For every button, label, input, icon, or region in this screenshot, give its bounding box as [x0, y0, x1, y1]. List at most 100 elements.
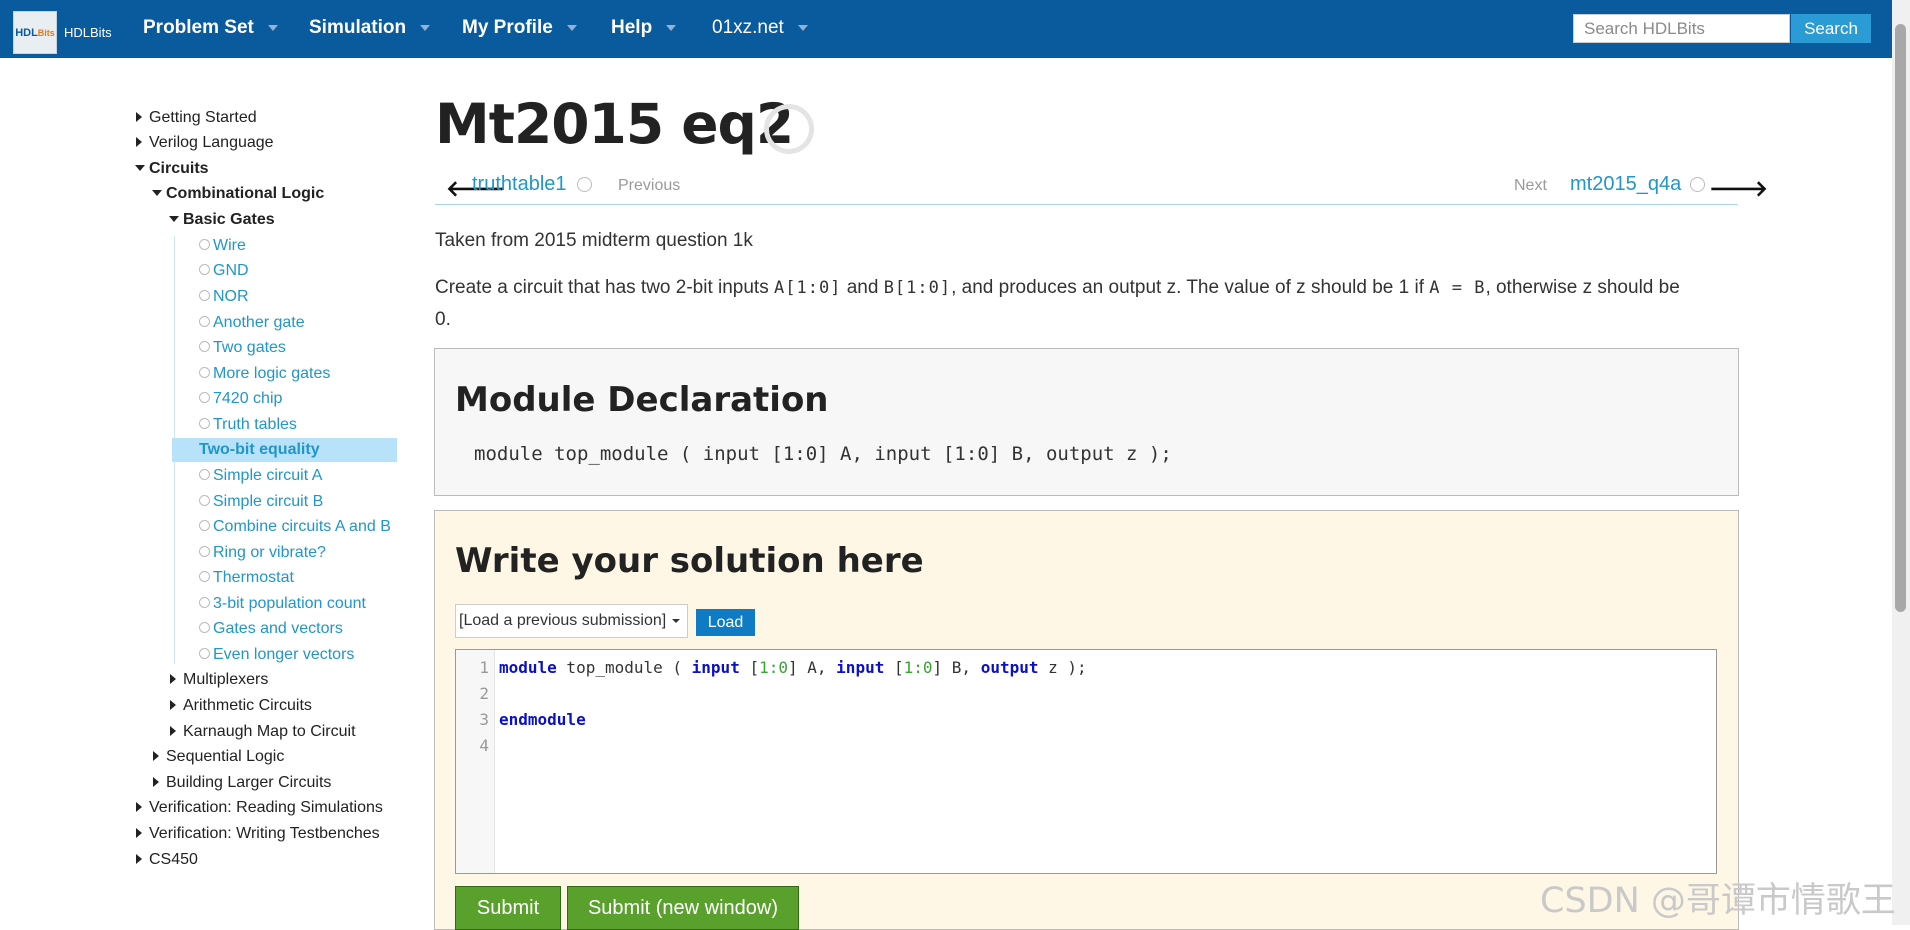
- sidebar-item-verilog-language[interactable]: Verilog Language: [136, 132, 274, 154]
- status-circle-icon: [199, 264, 210, 276]
- desc-text: , otherwise z should be: [1485, 277, 1680, 298]
- status-circle-icon: [199, 341, 210, 353]
- page-title: Mt2015 eq2: [435, 92, 794, 156]
- caret-right-icon: [136, 801, 142, 812]
- sidebar-leaf-label: Truth tables: [213, 416, 297, 433]
- sidebar-item-verification-reading[interactable]: Verification: Reading Simulations: [136, 797, 383, 819]
- nav-my-profile[interactable]: My Profile: [462, 17, 577, 39]
- problem-description: Create a circuit that has two 2-bit inpu…: [435, 272, 1738, 336]
- sidebar-leaf-gnd[interactable]: GND: [199, 259, 249, 283]
- sidebar-leaf-even-longer-vectors[interactable]: Even longer vectors: [199, 643, 354, 667]
- sidebar-leaf-label: Two gates: [213, 339, 286, 356]
- code-line-1[interactable]: module top_module ( input [1:0] A, input…: [499, 658, 1087, 677]
- nav-help[interactable]: Help: [611, 17, 677, 39]
- sidebar-item-label: Combinational Logic: [166, 185, 325, 202]
- status-circle-icon: [199, 418, 210, 430]
- code-keyword: input: [691, 658, 740, 677]
- sidebar-item-arithmetic-circuits[interactable]: Arithmetic Circuits: [170, 695, 312, 717]
- next-problem-link[interactable]: mt2015_q4a: [1570, 173, 1681, 196]
- sidebar-leaf-gates-and-vectors[interactable]: Gates and vectors: [199, 617, 343, 641]
- module-declaration-title: Module Declaration: [455, 380, 829, 420]
- caret-right-icon: [136, 111, 142, 122]
- select-value: [Load a previous submission]: [459, 612, 667, 629]
- status-circle-icon: [199, 239, 210, 251]
- sidebar-leaf-thermostat[interactable]: Thermostat: [199, 566, 294, 590]
- sidebar-leaf-simple-circuit-a[interactable]: Simple circuit A: [199, 464, 322, 488]
- scrollbar-thumb[interactable]: [1895, 24, 1906, 612]
- submit-new-window-button[interactable]: Submit (new window): [567, 886, 799, 930]
- nav-problem-set-label: Problem Set: [143, 17, 254, 38]
- solution-title: Write your solution here: [455, 541, 924, 581]
- sidebar-leaf-nor[interactable]: NOR: [199, 285, 249, 309]
- chevron-down-icon: [797, 24, 808, 31]
- sidebar-leaf-another-gate[interactable]: Another gate: [199, 311, 305, 335]
- desc-text: and: [841, 277, 884, 298]
- sidebar-leaf-7420-chip[interactable]: 7420 chip: [199, 387, 282, 411]
- sidebar-item-label: Verification: Writing Testbenches: [149, 825, 380, 842]
- status-circle-icon: [1690, 177, 1705, 192]
- status-circle-icon: [199, 495, 210, 507]
- load-button[interactable]: Load: [696, 609, 755, 636]
- nav-01xz[interactable]: 01xz.net: [712, 17, 808, 39]
- code-editor[interactable]: [455, 649, 1717, 874]
- sidebar-item-verification-writing[interactable]: Verification: Writing Testbenches: [136, 823, 380, 845]
- sidebar-leaf-popcount3[interactable]: 3-bit population count: [199, 592, 366, 616]
- code-line-3[interactable]: endmodule: [499, 710, 586, 729]
- line-number: 3: [479, 710, 489, 729]
- sidebar-item-building-larger-circuits[interactable]: Building Larger Circuits: [153, 772, 331, 794]
- sidebar-leaf-label: Another gate: [213, 314, 305, 331]
- status-circle-icon: [199, 648, 210, 660]
- desc-text: Create a circuit that has two 2-bit inpu…: [435, 277, 774, 298]
- code-text: top_module (: [556, 658, 692, 677]
- sidebar-item-cs450[interactable]: CS450: [136, 849, 198, 871]
- sidebar-leaf-ring-or-vibrate[interactable]: Ring or vibrate?: [199, 541, 326, 565]
- equality-expr: A = B: [1429, 278, 1486, 298]
- sidebar-item-multiplexers[interactable]: Multiplexers: [170, 669, 268, 691]
- desc-text: 0.: [435, 309, 451, 330]
- previous-submission-select[interactable]: [Load a previous submission]: [455, 604, 688, 638]
- status-circle-icon: [199, 546, 210, 558]
- submit-button[interactable]: Submit: [455, 886, 561, 930]
- sidebar-item-karnaugh-map[interactable]: Karnaugh Map to Circuit: [170, 721, 356, 743]
- sidebar-leaf-combine-circuits[interactable]: Combine circuits A and B: [199, 515, 391, 539]
- logo-mark: HDL: [15, 26, 38, 39]
- code-text: ] A,: [788, 658, 837, 677]
- status-circle-icon: [199, 392, 210, 404]
- chevron-down-icon: [267, 24, 278, 31]
- logo-label[interactable]: HDLBits: [64, 25, 112, 40]
- code-text: z );: [1038, 658, 1087, 677]
- sidebar-leaf-label: GND: [213, 262, 249, 279]
- search-button[interactable]: Search: [1791, 14, 1871, 43]
- sidebar-leaf-label: 3-bit population count: [213, 595, 366, 612]
- sidebar-item-combinational-logic[interactable]: Combinational Logic: [152, 183, 324, 205]
- sidebar-leaf-label: Two-bit equality: [199, 441, 320, 458]
- sidebar-item-basic-gates[interactable]: Basic Gates: [169, 209, 275, 231]
- code-keyword: input: [836, 658, 885, 677]
- nav-simulation[interactable]: Simulation: [309, 17, 431, 39]
- sidebar-leaf-simple-circuit-b[interactable]: Simple circuit B: [199, 490, 323, 514]
- sidebar-item-label: Verilog Language: [149, 134, 274, 151]
- sidebar-leaf-truth-tables[interactable]: Truth tables: [199, 413, 297, 437]
- sidebar-item-circuits[interactable]: Circuits: [135, 158, 209, 180]
- sidebar-leaf-wire[interactable]: Wire: [199, 234, 246, 258]
- caret-right-icon: [153, 776, 159, 787]
- search-input[interactable]: [1573, 14, 1790, 43]
- sidebar-item-sequential-logic[interactable]: Sequential Logic: [153, 746, 284, 768]
- arrow-right-icon[interactable]: 🡒: [1709, 176, 1768, 202]
- signal-b: B[1:0]: [883, 278, 952, 298]
- sidebar-leaf-two-bit-equality[interactable]: Two-bit equality: [172, 438, 397, 462]
- sidebar-leaf-label: Thermostat: [213, 569, 294, 586]
- chevron-down-icon: [566, 24, 577, 31]
- sidebar-leaf-more-logic-gates[interactable]: More logic gates: [199, 362, 330, 386]
- sidebar-leaf-two-gates[interactable]: Two gates: [199, 336, 286, 360]
- hdlbits-logo[interactable]: HDL Bits: [13, 11, 57, 54]
- status-circle-icon: [199, 571, 210, 583]
- caret-right-icon: [136, 827, 142, 838]
- caret-right-icon: [136, 853, 142, 864]
- status-circle-icon: [199, 597, 210, 609]
- nav-problem-set[interactable]: Problem Set: [143, 17, 278, 39]
- caret-down-icon: [152, 189, 162, 196]
- sidebar-item-getting-started[interactable]: Getting Started: [136, 107, 257, 129]
- previous-problem-link[interactable]: truthtable1: [472, 173, 567, 196]
- caret-right-icon: [170, 725, 176, 736]
